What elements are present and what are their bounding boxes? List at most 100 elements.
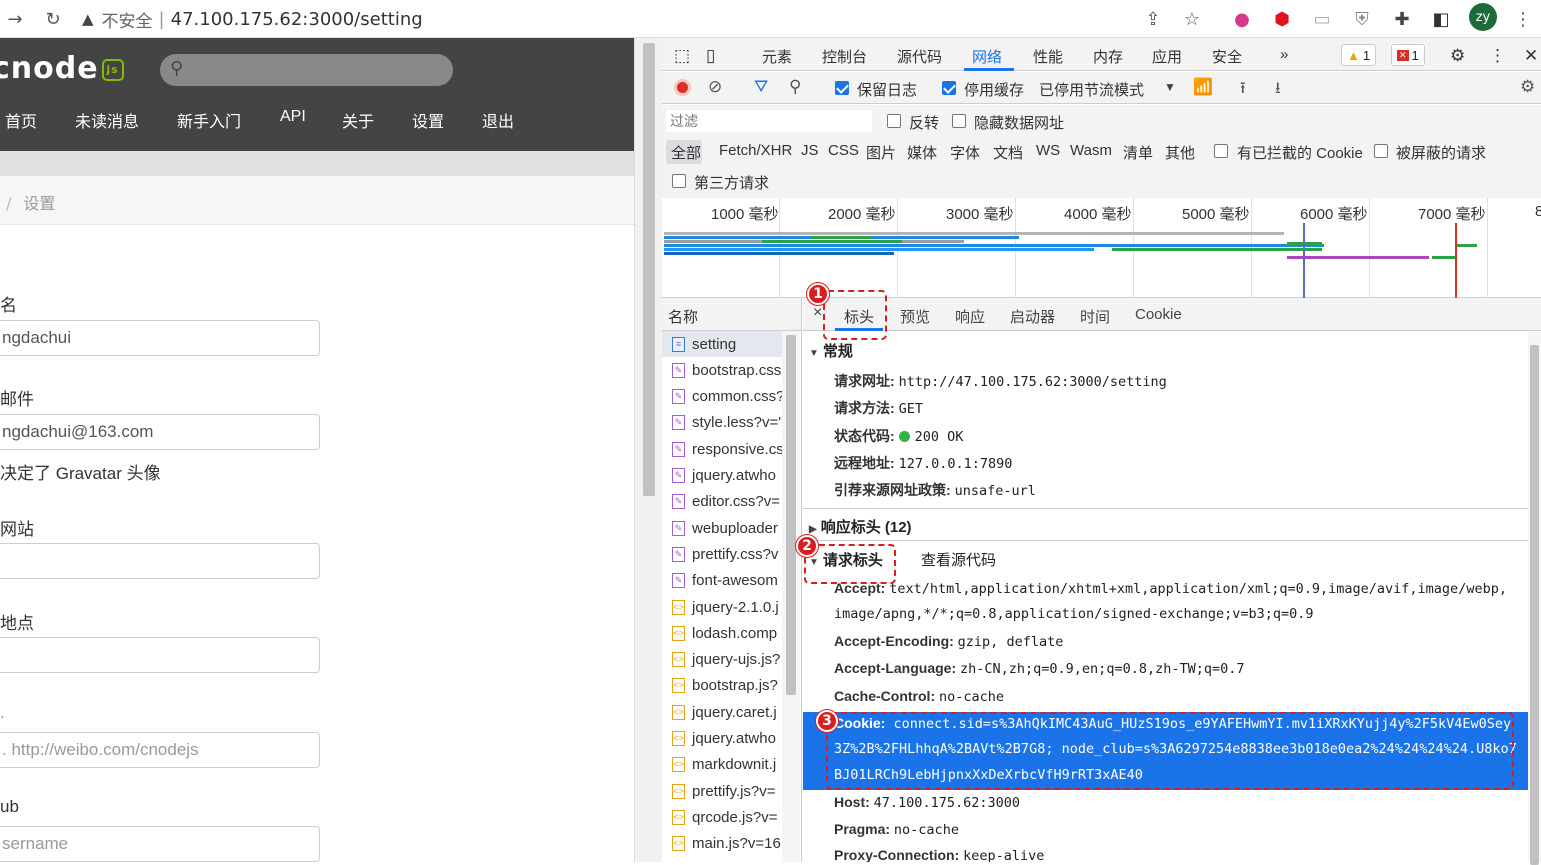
- clear-icon[interactable]: ⊘: [708, 77, 722, 97]
- tab-application[interactable]: 应用: [1152, 46, 1182, 67]
- third-party-checkbox[interactable]: [672, 173, 686, 189]
- type-filter-xhr[interactable]: Fetch/XHR: [719, 142, 792, 159]
- close-devtools-icon[interactable]: ✕: [1524, 46, 1538, 66]
- blocked-requests-checkbox[interactable]: [1374, 143, 1388, 159]
- device-toolbar-icon[interactable]: ▯: [706, 46, 715, 66]
- network-overview-timeline[interactable]: 1000 毫秒 2000 毫秒 3000 毫秒 4000 毫秒 5000 毫秒 …: [662, 198, 1541, 298]
- filter-input[interactable]: 过滤: [666, 110, 872, 132]
- share-icon[interactable]: ⇪: [1140, 6, 1166, 32]
- request-row[interactable]: ✎ font-awesom: [662, 568, 782, 594]
- invert-checkbox[interactable]: [887, 113, 901, 129]
- request-row[interactable]: <> jquery.caret.j: [662, 699, 782, 725]
- weibo-field[interactable]: . http://weibo.com/cnodejs: [0, 732, 320, 768]
- tab-preview[interactable]: 预览: [900, 306, 930, 327]
- nav-settings[interactable]: 设置: [412, 108, 444, 132]
- import-har-icon[interactable]: ⭱: [1240, 77, 1246, 104]
- type-filter-js[interactable]: JS: [801, 142, 819, 159]
- inspect-element-icon[interactable]: ⬚: [674, 46, 690, 66]
- view-source-link[interactable]: 查看源代码: [921, 549, 996, 570]
- puzzle-icon[interactable]: ✚: [1389, 6, 1415, 32]
- profile-avatar[interactable]: zy: [1469, 3, 1497, 31]
- request-row[interactable]: <> qrcode.js?v=: [662, 804, 782, 830]
- request-row[interactable]: <> bootstrap.js?: [662, 673, 782, 699]
- request-row[interactable]: <> lodash.comp: [662, 620, 782, 646]
- request-row[interactable]: <> jquery-ujs.js?: [662, 647, 782, 673]
- extension-gray-icon[interactable]: ▭: [1309, 6, 1335, 32]
- throttle-select[interactable]: 已停用节流模式: [1039, 79, 1144, 100]
- request-list-scrollbar[interactable]: [782, 331, 800, 862]
- request-row[interactable]: ✎ webuploader: [662, 515, 782, 541]
- chevron-down-icon[interactable]: ▼: [1164, 80, 1176, 94]
- settings-gear-icon[interactable]: ⚙: [1450, 46, 1465, 66]
- type-filter-img[interactable]: 图片: [866, 142, 896, 163]
- headers-scrollbar[interactable]: [1528, 331, 1541, 865]
- request-row[interactable]: <> jquery-2.1.0.j: [662, 594, 782, 620]
- filter-icon[interactable]: ⛛: [754, 77, 768, 97]
- general-section-toggle[interactable]: ▼ 常规: [809, 340, 853, 361]
- request-row[interactable]: ✎ responsive.cs: [662, 436, 782, 462]
- sidepanel-icon[interactable]: ◧: [1428, 6, 1454, 32]
- tab-console[interactable]: 控制台: [822, 46, 867, 67]
- type-filter-font[interactable]: 字体: [950, 142, 980, 163]
- email-field[interactable]: ngdachui@163.com: [0, 414, 320, 450]
- nav-home[interactable]: 首页: [5, 108, 37, 132]
- hide-data-urls-checkbox[interactable]: [952, 113, 966, 129]
- tab-memory[interactable]: 内存: [1093, 46, 1123, 67]
- forward-icon[interactable]: →: [2, 6, 28, 32]
- location-field[interactable]: [0, 637, 320, 673]
- extension-t-icon[interactable]: ●: [1229, 6, 1255, 32]
- menu-dots-icon[interactable]: ⋮: [1510, 6, 1536, 32]
- type-filter-all[interactable]: 全部: [671, 142, 701, 163]
- request-row[interactable]: ✎ editor.css?v=: [662, 489, 782, 515]
- type-filter-ws[interactable]: WS: [1036, 142, 1060, 159]
- page-scrollbar-thumb[interactable]: [643, 43, 655, 496]
- request-row[interactable]: <> jquery.atwho: [662, 726, 782, 752]
- request-row[interactable]: <> main.js?v=16: [662, 831, 782, 857]
- warnings-badge[interactable]: ▲ 1: [1341, 44, 1377, 66]
- name-field[interactable]: ngdachui: [0, 320, 320, 356]
- request-row[interactable]: <> prettify.js?v=: [662, 778, 782, 804]
- close-detail-icon[interactable]: ×: [813, 304, 822, 322]
- bookmark-star-icon[interactable]: ☆: [1179, 6, 1205, 32]
- nav-getting-started[interactable]: 新手入门: [177, 108, 241, 132]
- record-icon[interactable]: [674, 79, 691, 96]
- tab-cookies[interactable]: Cookie: [1135, 306, 1182, 323]
- disable-cache-checkbox[interactable]: [942, 80, 956, 96]
- type-filter-doc[interactable]: 文档: [993, 142, 1023, 163]
- tab-network[interactable]: 网络: [972, 46, 1002, 67]
- tab-timing[interactable]: 时间: [1080, 306, 1110, 327]
- preserve-log-checkbox[interactable]: [835, 80, 849, 96]
- request-row[interactable]: ✎ style.less?v=': [662, 410, 782, 436]
- nav-unread[interactable]: 未读消息: [75, 108, 139, 132]
- type-filter-media[interactable]: 媒体: [907, 142, 937, 163]
- reload-icon[interactable]: ↻: [40, 6, 66, 32]
- name-column-header[interactable]: 名称: [662, 298, 802, 331]
- request-row[interactable]: ✎ jquery.atwho: [662, 463, 782, 489]
- more-tabs-icon[interactable]: »: [1280, 46, 1288, 63]
- cnode-logo[interactable]: cnode js: [0, 51, 124, 86]
- type-filter-other[interactable]: 其他: [1165, 142, 1195, 163]
- nav-about[interactable]: 关于: [342, 108, 374, 132]
- address-bar[interactable]: ▲ 不安全 | 47.100.175.62:3000/setting: [82, 4, 1212, 34]
- tab-sources[interactable]: 源代码: [897, 46, 942, 67]
- response-headers-toggle[interactable]: ▶ 响应标头 (12): [809, 516, 912, 537]
- search-input[interactable]: ⚲: [160, 54, 453, 86]
- request-row[interactable]: <> markdownit.j: [662, 752, 782, 778]
- request-row[interactable]: ✎ common.css?: [662, 384, 782, 410]
- website-field[interactable]: [0, 543, 320, 579]
- github-field[interactable]: sername: [0, 826, 320, 862]
- request-row[interactable]: ✎ bootstrap.css: [662, 357, 782, 383]
- tab-initiator[interactable]: 启动器: [1010, 306, 1055, 327]
- request-list-scrollbar-thumb[interactable]: [786, 335, 796, 695]
- tab-performance[interactable]: 性能: [1033, 46, 1063, 67]
- search-icon[interactable]: ⚲: [789, 77, 801, 97]
- headers-scrollbar-thumb[interactable]: [1530, 345, 1539, 865]
- network-settings-icon[interactable]: ⚙: [1520, 77, 1535, 97]
- network-conditions-icon[interactable]: 📶: [1193, 77, 1213, 97]
- export-har-icon[interactable]: ⭳: [1275, 77, 1281, 104]
- type-filter-manifest[interactable]: 清单: [1123, 142, 1153, 163]
- devtools-menu-icon[interactable]: ⋮: [1489, 46, 1506, 66]
- nav-api[interactable]: API: [280, 108, 306, 126]
- extension-shield-icon[interactable]: ⛨: [1349, 6, 1375, 32]
- adblock-icon[interactable]: ⬢: [1269, 6, 1295, 32]
